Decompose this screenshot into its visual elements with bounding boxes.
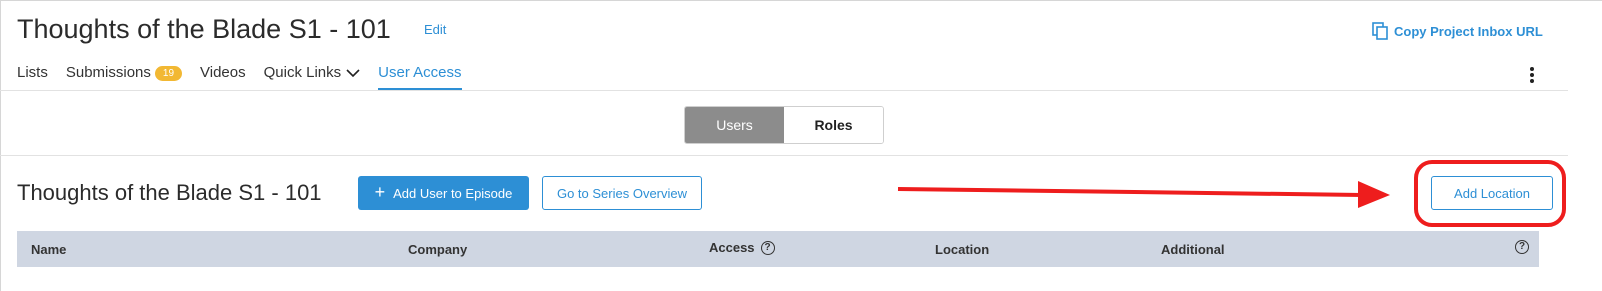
episode-title: Thoughts of the Blade S1 - 101 <box>17 180 322 205</box>
column-header-additional[interactable]: Additional <box>1161 242 1225 257</box>
plus-icon: + <box>374 182 386 202</box>
chevron-down-icon <box>346 69 360 78</box>
users-roles-toggle: Users Roles <box>684 106 884 144</box>
tab-lists[interactable]: Lists <box>17 64 48 90</box>
column-header-access[interactable]: Access ? <box>709 240 775 255</box>
roles-segment-button[interactable]: Roles <box>784 107 883 143</box>
help-icon[interactable]: ? <box>1515 240 1529 254</box>
add-location-button[interactable]: Add Location <box>1431 176 1553 210</box>
column-label: Additional <box>1161 242 1225 257</box>
go-to-series-overview-button[interactable]: Go to Series Overview <box>542 176 702 210</box>
tab-label: Submissions <box>65 64 151 81</box>
column-label: Name <box>31 242 67 257</box>
button-label: Add User to Episode <box>393 185 513 201</box>
table-header: Name Company Access ? Location Additiona… <box>17 231 1539 267</box>
edit-link[interactable]: Edit <box>424 22 446 37</box>
page-title: Thoughts of the Blade S1 - 101 <box>17 14 391 44</box>
add-user-to-episode-button[interactable]: + Add User to Episode <box>358 176 529 210</box>
column-label: Location <box>935 242 990 257</box>
tab-label: Lists <box>17 64 48 81</box>
users-segment-button[interactable]: Users <box>685 107 784 143</box>
tab-label: Quick Links <box>263 64 342 81</box>
divider <box>0 90 1568 91</box>
column-header-location[interactable]: Location <box>935 242 989 257</box>
more-options-icon[interactable] <box>1528 67 1536 83</box>
copy-icon <box>1372 22 1388 40</box>
help-icon[interactable]: ? <box>760 240 775 255</box>
column-header-company[interactable]: Company <box>408 242 467 257</box>
tab-bar: Lists Submissions 19 Videos Quick Links … <box>17 64 480 90</box>
tab-user-access[interactable]: User Access <box>378 64 462 90</box>
tab-submissions[interactable]: Submissions 19 <box>65 64 183 90</box>
column-label: Company <box>408 242 468 257</box>
divider <box>0 155 1568 156</box>
column-header-name[interactable]: Name <box>31 242 66 257</box>
submissions-count-badge: 19 <box>154 66 183 81</box>
copy-link-label: Copy Project Inbox URL <box>1394 23 1543 39</box>
table-help[interactable]: ? <box>1515 240 1529 254</box>
column-label: Access <box>709 240 755 255</box>
tab-label: Videos <box>200 64 246 81</box>
tab-label: User Access <box>378 64 462 81</box>
tab-quick-links[interactable]: Quick Links <box>264 64 361 90</box>
copy-project-inbox-url-link[interactable]: Copy Project Inbox URL <box>1372 22 1543 40</box>
tab-videos[interactable]: Videos <box>200 64 246 90</box>
